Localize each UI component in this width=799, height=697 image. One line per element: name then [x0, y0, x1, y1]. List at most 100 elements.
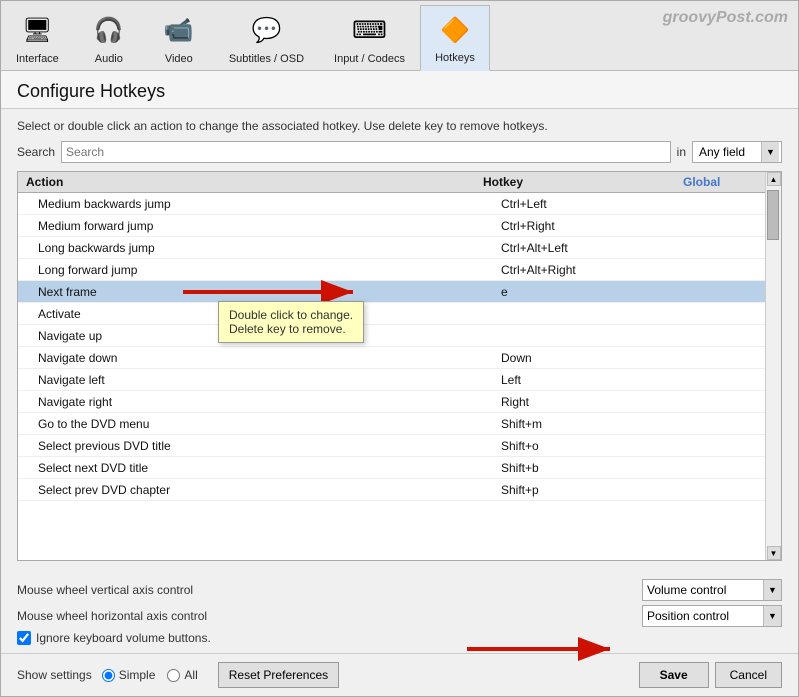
tab-interface-label: Interface: [16, 53, 59, 65]
mouse-vertical-dropdown[interactable]: Volume control ▼: [642, 579, 782, 601]
input-icon: ⌨: [349, 11, 389, 51]
scroll-thumb[interactable]: [767, 190, 779, 240]
row-action: Select next DVD title: [18, 461, 501, 475]
table-row[interactable]: Go to the DVD menu Shift+m: [18, 413, 781, 435]
keyboard-volume-checkbox[interactable]: [17, 631, 31, 645]
table-row[interactable]: Select previous DVD title Shift+o: [18, 435, 781, 457]
show-settings-group: Show settings Simple All Reset Preferenc…: [17, 662, 339, 688]
col-hotkey-header: Hotkey: [483, 175, 683, 189]
tab-subtitles[interactable]: 💬 Subtitles / OSD: [214, 6, 319, 71]
row-action: Long backwards jump: [18, 241, 501, 255]
row-hotkey: Shift+b: [501, 461, 701, 475]
hotkeys-icon: 🔶: [435, 10, 475, 50]
table-body: Medium backwards jump Ctrl+Left Medium f…: [18, 193, 781, 555]
radio-simple[interactable]: Simple: [102, 668, 156, 682]
mouse-vertical-value: Volume control: [643, 583, 763, 597]
row-action: Select prev DVD chapter: [18, 483, 501, 497]
scroll-down-button[interactable]: ▼: [767, 546, 781, 560]
row-hotkey: Ctrl+Alt+Left: [501, 241, 701, 255]
tab-input[interactable]: ⌨ Input / Codecs: [319, 6, 420, 71]
footer-right: Save Cancel: [639, 662, 782, 688]
row-action: Select previous DVD title: [18, 439, 501, 453]
radio-simple-label: Simple: [119, 668, 156, 682]
radio-all-label: All: [184, 668, 197, 682]
mouse-horizontal-dropdown[interactable]: Position control ▼: [642, 605, 782, 627]
radio-group: Simple All: [102, 668, 198, 682]
row-action: Navigate down: [18, 351, 501, 365]
watermark: groovyPost.com: [663, 9, 788, 27]
col-global-header: Global: [683, 175, 763, 189]
table-row[interactable]: Navigate up: [18, 325, 781, 347]
table-row[interactable]: Medium backwards jump Ctrl+Left: [18, 193, 781, 215]
row-action: Medium forward jump: [18, 219, 501, 233]
mouse-horizontal-row: Mouse wheel horizontal axis control Posi…: [17, 605, 782, 627]
radio-simple-input[interactable]: [102, 669, 115, 682]
tab-interface[interactable]: 🖥 Interface: [1, 6, 74, 71]
tab-audio-label: Audio: [95, 53, 123, 65]
keyboard-volume-row: Ignore keyboard volume buttons.: [17, 631, 782, 645]
table-row[interactable]: Medium forward jump Ctrl+Right: [18, 215, 781, 237]
tooltip: Double click to change. Delete key to re…: [218, 301, 364, 343]
row-action: Navigate left: [18, 373, 501, 387]
search-row: Search in Any field ▼: [17, 141, 782, 163]
row-hotkey: Right: [501, 395, 701, 409]
hotkeys-table: Action Hotkey Global Medium backwards ju…: [17, 171, 782, 561]
table-row[interactable]: Long backwards jump Ctrl+Alt+Left: [18, 237, 781, 259]
keyboard-volume-label: Ignore keyboard volume buttons.: [36, 631, 211, 645]
bottom-controls: Mouse wheel vertical axis control Volume…: [1, 571, 798, 653]
tooltip-line1: Double click to change.: [229, 308, 353, 322]
row-hotkey: Down: [501, 351, 701, 365]
description-text: Select or double click an action to chan…: [17, 119, 782, 133]
content-area: Select or double click an action to chan…: [1, 109, 798, 571]
row-hotkey: Shift+o: [501, 439, 701, 453]
tab-subtitles-label: Subtitles / OSD: [229, 53, 304, 65]
tooltip-line2: Delete key to remove.: [229, 322, 353, 336]
row-action: Medium backwards jump: [18, 197, 501, 211]
tab-hotkeys[interactable]: 🔶 Hotkeys: [420, 5, 490, 71]
subtitles-icon: 💬: [246, 11, 286, 51]
scrollbar[interactable]: ▲ ▼: [765, 172, 781, 560]
show-settings-label: Show settings: [17, 668, 92, 682]
chevron-down-icon: ▼: [763, 580, 781, 600]
table-row[interactable]: Navigate down Down: [18, 347, 781, 369]
table-row[interactable]: Navigate left Left: [18, 369, 781, 391]
mouse-horizontal-value: Position control: [643, 609, 763, 623]
field-dropdown-value: Any field: [695, 145, 761, 159]
reset-button[interactable]: Reset Preferences: [218, 662, 339, 688]
chevron-down-icon: ▼: [761, 142, 779, 162]
radio-all-input[interactable]: [167, 669, 180, 682]
tab-audio[interactable]: 🎧 Audio: [74, 6, 144, 71]
row-action: Next frame: [18, 285, 501, 299]
table-row[interactable]: Long forward jump Ctrl+Alt+Right: [18, 259, 781, 281]
tab-input-label: Input / Codecs: [334, 53, 405, 65]
row-hotkey: Left: [501, 373, 701, 387]
row-hotkey: Shift+m: [501, 417, 701, 431]
scroll-track: [767, 186, 781, 546]
table-row[interactable]: Select prev DVD chapter Shift+p: [18, 479, 781, 501]
row-action: Navigate right: [18, 395, 501, 409]
row-hotkey: Ctrl+Right: [501, 219, 701, 233]
search-input[interactable]: [61, 141, 671, 163]
table-row[interactable]: Navigate right Right: [18, 391, 781, 413]
col-action-header: Action: [18, 175, 483, 189]
in-label: in: [677, 145, 686, 159]
footer: Show settings Simple All Reset Preferenc…: [1, 653, 798, 696]
audio-icon: 🎧: [89, 11, 129, 51]
toolbar: 🖥 Interface 🎧 Audio 📹 Video 💬 Subtitles …: [1, 1, 798, 71]
tab-video[interactable]: 📹 Video: [144, 6, 214, 71]
main-window: 🖥 Interface 🎧 Audio 📹 Video 💬 Subtitles …: [0, 0, 799, 697]
row-hotkey: Ctrl+Left: [501, 197, 701, 211]
tab-video-label: Video: [165, 53, 193, 65]
field-dropdown[interactable]: Any field ▼: [692, 141, 782, 163]
row-action: Go to the DVD menu: [18, 417, 501, 431]
save-button[interactable]: Save: [639, 662, 709, 688]
scroll-up-button[interactable]: ▲: [767, 172, 781, 186]
chevron-down-icon: ▼: [763, 606, 781, 626]
table-row[interactable]: Select next DVD title Shift+b: [18, 457, 781, 479]
table-row[interactable]: Activate: [18, 303, 781, 325]
cancel-button[interactable]: Cancel: [715, 662, 782, 688]
table-header: Action Hotkey Global: [18, 172, 781, 193]
search-label: Search: [17, 145, 55, 159]
radio-all[interactable]: All: [167, 668, 197, 682]
table-row-selected[interactable]: Next frame e: [18, 281, 781, 303]
